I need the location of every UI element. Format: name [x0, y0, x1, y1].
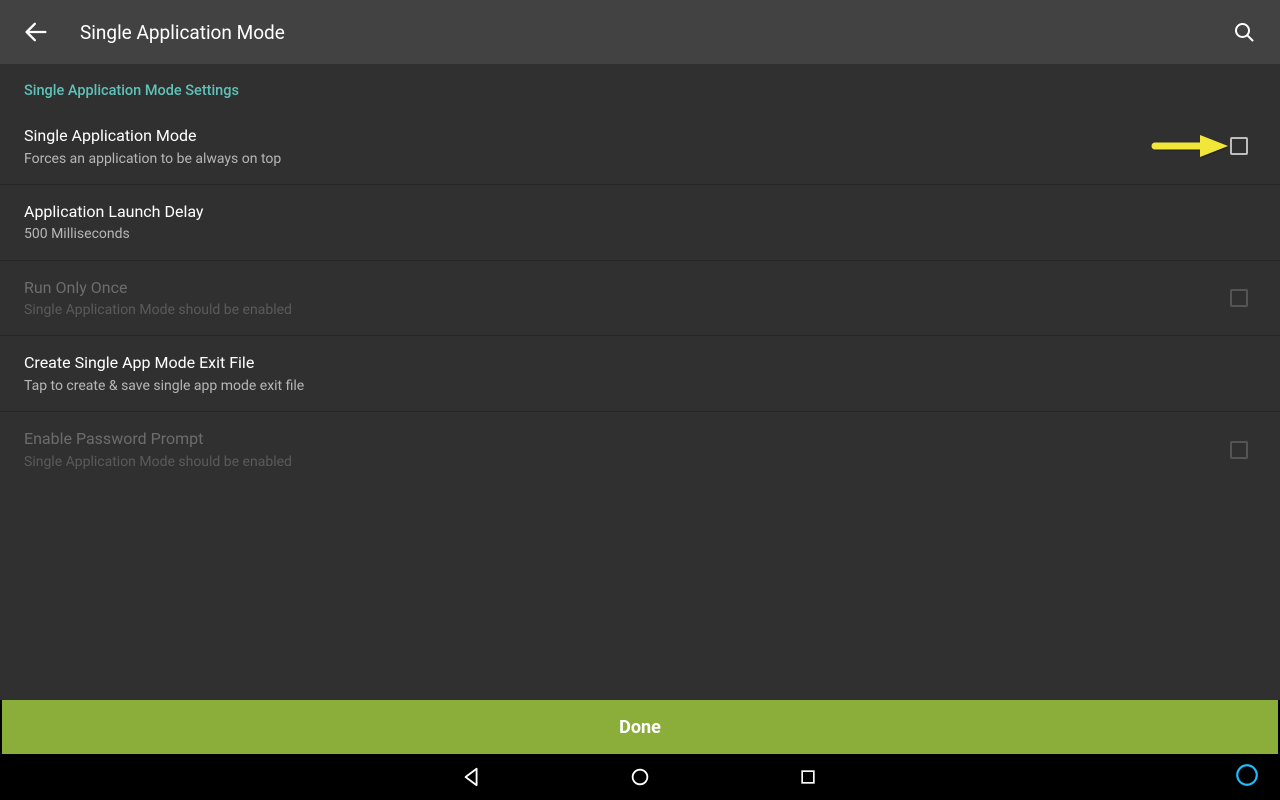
setting-run-only-once: Run Only Once Single Application Mode sh… — [0, 261, 1280, 337]
done-label: Done — [619, 717, 661, 738]
settings-list: Single Application Mode Settings Single … — [0, 64, 1280, 700]
setting-title: Application Launch Delay — [24, 201, 1256, 223]
alexa-icon — [1234, 762, 1260, 788]
alexa-button[interactable] — [1234, 762, 1260, 792]
nav-back-button[interactable] — [458, 763, 486, 791]
section-header: Single Application Mode Settings — [0, 64, 1280, 109]
nav-recent-icon — [798, 767, 818, 787]
setting-title: Run Only Once — [24, 277, 1214, 299]
setting-enable-password-prompt: Enable Password Prompt Single Applicatio… — [0, 412, 1280, 487]
setting-create-exit-file[interactable]: Create Single App Mode Exit File Tap to … — [0, 336, 1280, 412]
checkbox — [1230, 441, 1248, 459]
setting-subtitle: Single Application Mode should be enable… — [24, 301, 1214, 319]
nav-recent-button[interactable] — [794, 763, 822, 791]
search-button[interactable] — [1224, 12, 1264, 52]
setting-subtitle: Forces an application to be always on to… — [24, 150, 1214, 168]
system-nav-bar — [0, 754, 1280, 800]
nav-home-icon — [629, 766, 651, 788]
back-arrow-icon — [22, 18, 50, 46]
nav-back-icon — [461, 766, 483, 788]
setting-launch-delay[interactable]: Application Launch Delay 500 Millisecond… — [0, 185, 1280, 261]
checkbox[interactable] — [1230, 137, 1248, 155]
checkbox — [1230, 289, 1248, 307]
setting-subtitle: Single Application Mode should be enable… — [24, 453, 1214, 471]
nav-home-button[interactable] — [626, 763, 654, 791]
setting-single-app-mode[interactable]: Single Application Mode Forces an applic… — [0, 109, 1280, 185]
setting-title: Create Single App Mode Exit File — [24, 352, 1256, 374]
setting-title: Enable Password Prompt — [24, 428, 1214, 450]
back-button[interactable] — [16, 12, 56, 52]
setting-subtitle: 500 Milliseconds — [24, 225, 1256, 243]
page-title: Single Application Mode — [80, 21, 1224, 44]
setting-title: Single Application Mode — [24, 125, 1214, 147]
app-bar: Single Application Mode — [0, 0, 1280, 64]
search-icon — [1232, 20, 1256, 44]
done-button[interactable]: Done — [0, 700, 1280, 754]
setting-subtitle: Tap to create & save single app mode exi… — [24, 377, 1256, 395]
